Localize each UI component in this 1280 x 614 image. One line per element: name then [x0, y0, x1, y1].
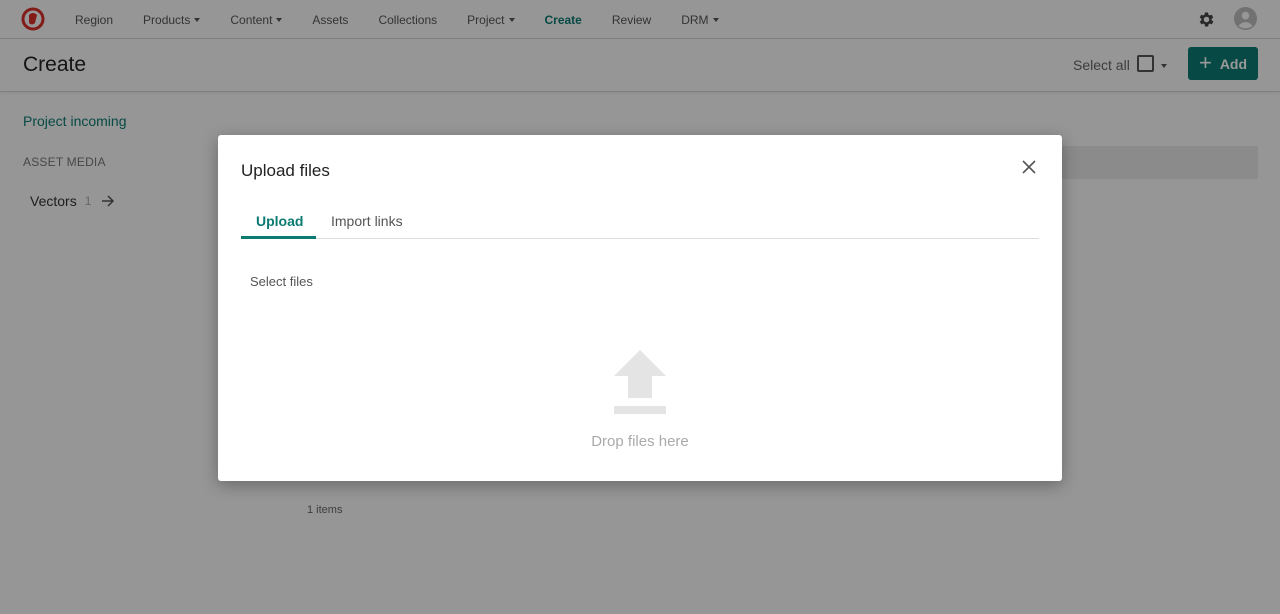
tab-upload[interactable]: Upload	[256, 213, 303, 229]
drop-zone-text[interactable]: Drop files here	[218, 433, 1062, 450]
tab-import-links[interactable]: Import links	[331, 213, 403, 229]
upload-arrow-icon	[614, 350, 666, 414]
dialog-title: Upload files	[241, 161, 330, 180]
upload-files-dialog: Upload files Upload Import links Select …	[218, 135, 1062, 481]
active-tab-indicator	[241, 236, 316, 239]
close-icon[interactable]	[1020, 158, 1038, 176]
dialog-tabs: Upload Import links	[241, 205, 1039, 239]
select-files-button[interactable]: Select files	[250, 274, 313, 289]
